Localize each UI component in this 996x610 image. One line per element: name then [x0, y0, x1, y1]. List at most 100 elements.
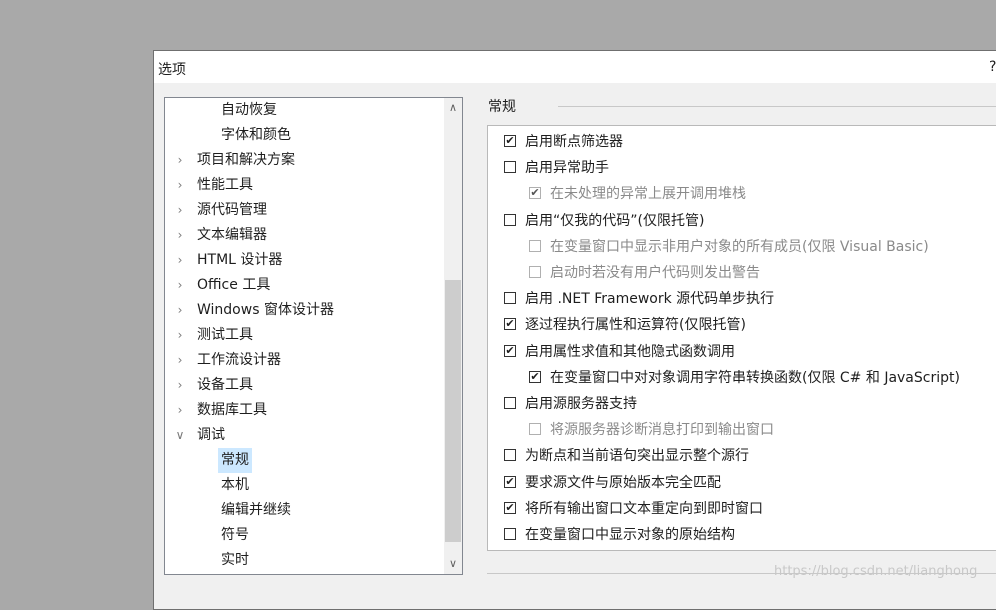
- option-checkbox[interactable]: [504, 528, 516, 540]
- chevron-right-icon[interactable]: ›: [173, 248, 187, 273]
- option-checkbox[interactable]: [504, 449, 516, 461]
- option-checkbox[interactable]: [529, 266, 541, 278]
- tree-item[interactable]: › 工作流设计器: [165, 348, 444, 373]
- option-checkbox[interactable]: ✔: [529, 371, 541, 383]
- section-header: 常规: [488, 99, 516, 115]
- chevron-right-icon[interactable]: ›: [173, 198, 187, 223]
- option-label: 要求源文件与原始版本完全匹配: [525, 475, 721, 491]
- option-checkbox[interactable]: [504, 292, 516, 304]
- tree-item-label: 工作流设计器: [197, 352, 281, 368]
- option-checkbox[interactable]: [529, 423, 541, 435]
- tree-item[interactable]: 自动恢复: [165, 98, 444, 123]
- tree-item[interactable]: ∨ 调试: [165, 423, 444, 448]
- option-label: 启用源服务器支持: [525, 396, 637, 412]
- tree-item-label: 文本编辑器: [197, 227, 267, 243]
- tree-item[interactable]: › Office 工具: [165, 273, 444, 298]
- tree-item-label: Office 工具: [197, 277, 271, 293]
- option-checkbox[interactable]: ✔: [504, 318, 516, 330]
- tree-item[interactable]: 字体和颜色: [165, 123, 444, 148]
- dialog-title: 选项: [158, 62, 186, 78]
- option-checkbox[interactable]: ✔: [504, 345, 516, 357]
- option-checkbox[interactable]: ✔: [504, 135, 516, 147]
- scroll-down-icon[interactable]: ∨: [444, 554, 462, 574]
- checkmark-icon: ✔: [505, 344, 515, 357]
- tree-item[interactable]: › 源代码管理: [165, 198, 444, 223]
- tree-item-label: 源代码管理: [197, 202, 267, 218]
- chevron-down-icon[interactable]: ∨: [173, 423, 187, 448]
- tree-item-label: 符号: [221, 527, 249, 543]
- option-checkbox[interactable]: [504, 161, 516, 173]
- tree-item-label: 本机: [221, 477, 249, 493]
- option-checkbox[interactable]: [529, 240, 541, 252]
- tree-item-label: 测试工具: [197, 327, 253, 343]
- chevron-right-icon[interactable]: ›: [173, 348, 187, 373]
- tree-item-label: 性能工具: [197, 177, 253, 193]
- option-label: 在变量窗口中显示非用户对象的所有成员(仅限 Visual Basic): [550, 239, 929, 255]
- checkmark-icon: ✔: [530, 370, 540, 383]
- option-label: 为断点和当前语句突出显示整个源行: [525, 448, 749, 464]
- tree-item-label: 数据库工具: [197, 402, 267, 418]
- chevron-right-icon[interactable]: ›: [173, 373, 187, 398]
- chevron-right-icon[interactable]: ›: [173, 273, 187, 298]
- tree-item[interactable]: › 性能工具: [165, 173, 444, 198]
- tree-item-label: 自动恢复: [221, 102, 277, 118]
- option-label: 启动时若没有用户代码则发出警告: [550, 265, 760, 281]
- tree-item[interactable]: › 设备工具: [165, 373, 444, 398]
- checkmark-icon: ✔: [505, 317, 515, 330]
- checkmark-icon: ✔: [505, 475, 515, 488]
- chevron-right-icon[interactable]: ›: [173, 398, 187, 423]
- option-label: 在未处理的异常上展开调用堆栈: [550, 186, 746, 202]
- tree-scrollbar[interactable]: ∧ ∨: [444, 98, 462, 574]
- tree-item-label: 设备工具: [197, 377, 253, 393]
- option-label: 启用 .NET Framework 源代码单步执行: [525, 291, 775, 307]
- tree-item[interactable]: 常规: [165, 448, 444, 473]
- scroll-up-icon[interactable]: ∧: [444, 98, 462, 118]
- option-checkbox[interactable]: ✔: [504, 476, 516, 488]
- title-bar: 选项 ?: [154, 51, 996, 83]
- option-checkbox[interactable]: [504, 397, 516, 409]
- tree-item-label: 调试: [197, 427, 225, 443]
- tree-item-label: HTML 设计器: [197, 252, 283, 268]
- checkmark-icon: ✔: [505, 134, 515, 147]
- options-dialog: 选项 ? 自动恢复 字体和颜色 › 项目和解决方案 › 性能工具 › 源代码管理 › 文本编辑器 ›…: [153, 50, 996, 610]
- option-label: 将所有输出窗口文本重定向到即时窗口: [525, 501, 763, 517]
- tree-item[interactable]: 符号: [165, 523, 444, 548]
- tree-item[interactable]: 本机: [165, 473, 444, 498]
- option-label: 启用异常助手: [525, 160, 609, 176]
- option-label: 启用“仅我的代码”(仅限托管): [525, 213, 705, 229]
- chevron-right-icon[interactable]: ›: [173, 173, 187, 198]
- tree-item-label: 常规: [218, 448, 252, 473]
- tree-item-label: 项目和解决方案: [197, 152, 295, 168]
- tree-item[interactable]: › 测试工具: [165, 323, 444, 348]
- tree-item-label: Windows 窗体设计器: [197, 302, 334, 318]
- section-divider: [558, 106, 996, 107]
- chevron-right-icon[interactable]: ›: [173, 148, 187, 173]
- checkmark-icon: ✔: [505, 501, 515, 514]
- tree-item-label: 字体和颜色: [221, 127, 291, 143]
- tree-item[interactable]: 实时: [165, 548, 444, 573]
- option-label: 逐过程执行属性和运算符(仅限托管): [525, 317, 746, 333]
- tree-item[interactable]: › Windows 窗体设计器: [165, 298, 444, 323]
- chevron-right-icon[interactable]: ›: [173, 223, 187, 248]
- tree-item[interactable]: › 数据库工具: [165, 398, 444, 423]
- tree-item-label: 编辑并继续: [221, 502, 291, 518]
- tree-item[interactable]: › 文本编辑器: [165, 223, 444, 248]
- chevron-right-icon[interactable]: ›: [173, 298, 187, 323]
- help-button[interactable]: ?: [989, 59, 996, 75]
- tree-item[interactable]: 编辑并继续: [165, 498, 444, 523]
- option-checkbox[interactable]: [504, 214, 516, 226]
- tree-item-label: 实时: [221, 552, 249, 568]
- tree-item[interactable]: › HTML 设计器: [165, 248, 444, 273]
- option-label: 启用属性求值和其他隐式函数调用: [525, 344, 735, 360]
- options-panel: ✔ 启用断点筛选器 启用异常助手 ✔ 在未处理的异常上展开调用堆栈启用“仅我的代码”(仅…: [487, 125, 996, 551]
- tree-item[interactable]: › 项目和解决方案: [165, 148, 444, 173]
- chevron-right-icon[interactable]: ›: [173, 323, 187, 348]
- checkmark-icon: ✔: [530, 186, 540, 199]
- option-checkbox[interactable]: ✔: [529, 187, 541, 199]
- option-label: 在变量窗口中对对象调用字符串转换函数(仅限 C# 和 JavaScript): [550, 370, 960, 386]
- watermark-text: https://blog.csdn.net/lianghong: [774, 564, 978, 579]
- option-checkbox[interactable]: ✔: [504, 502, 516, 514]
- options-tree[interactable]: 自动恢复字体和颜色 › 项目和解决方案 › 性能工具 › 源代码管理 › 文本编辑器 › HTML …: [164, 97, 463, 575]
- option-label: 启用断点筛选器: [525, 134, 623, 150]
- scroll-thumb[interactable]: [445, 280, 461, 542]
